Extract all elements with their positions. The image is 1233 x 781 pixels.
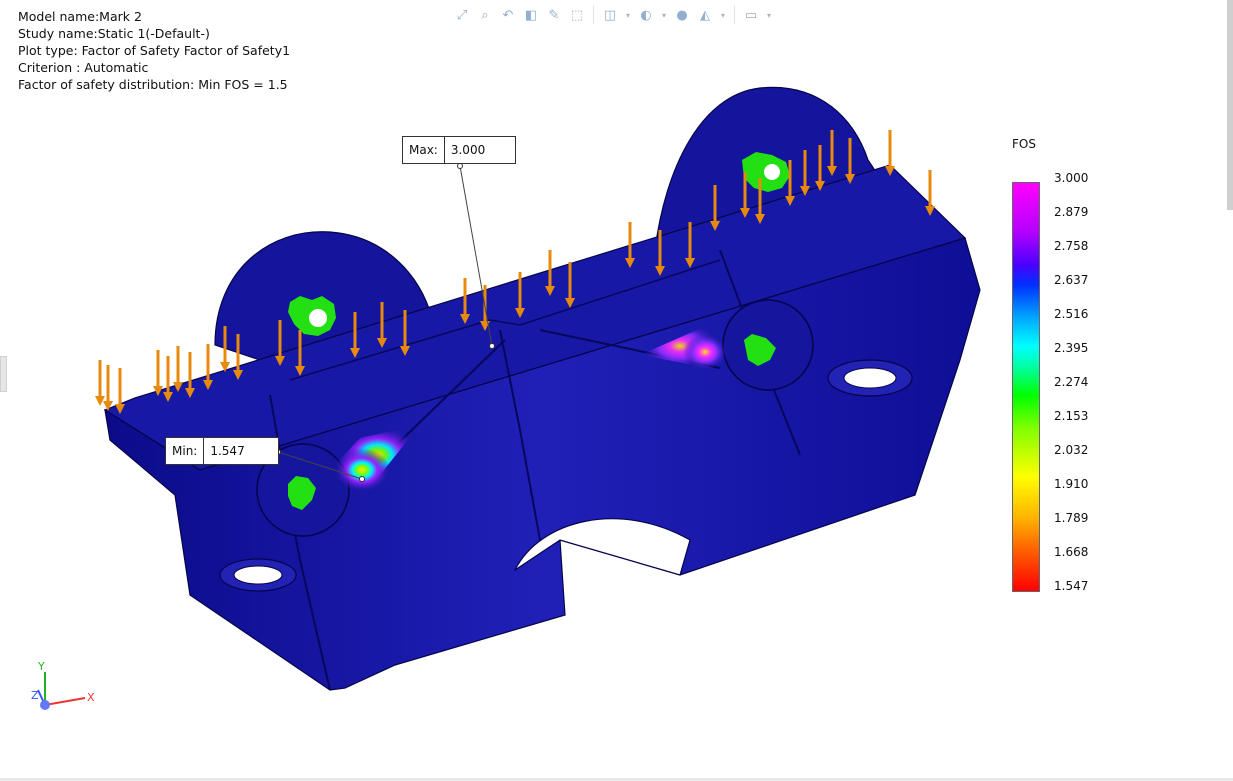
vertical-scrollbar[interactable] [1227,0,1233,210]
min-probe-value: 1.547 [210,444,245,458]
legend-tick-label: 2.879 [1054,205,1089,219]
max-probe-label[interactable]: Max: 3.000 [402,136,516,164]
legend-tick-label: 1.789 [1054,511,1089,525]
coordinate-triad: Y X Z [31,660,95,710]
fos-color-legend-bar[interactable] [1012,182,1040,592]
min-probe-label[interactable]: Min: 1.547 [165,437,279,465]
legend-tick-label: 2.637 [1054,273,1089,287]
legend-title: FOS [1012,137,1036,151]
legend-tick-label: 1.910 [1054,477,1089,491]
z-axis-label: Z [31,689,39,702]
max-probe-key: Max: [403,137,445,163]
side-panel-grip[interactable] [0,356,7,392]
legend-tick-label: 2.274 [1054,375,1089,389]
legend-tick-label: 2.153 [1054,409,1089,423]
legend-tick-label: 3.000 [1054,171,1089,185]
legend-tick-label: 2.395 [1054,341,1089,355]
legend-tick-label: 1.547 [1054,579,1089,593]
legend-tick-label: 1.668 [1054,545,1089,559]
y-axis-label: Y [37,660,45,673]
min-probe-key: Min: [166,438,205,464]
fos-model-render[interactable]: Y X Z [0,0,1233,781]
graphics-viewport[interactable]: Model name:Mark 2 Study name:Static 1(-D… [0,0,1233,781]
x-axis-label: X [87,691,95,704]
legend-tick-label: 2.032 [1054,443,1089,457]
legend-tick-label: 2.758 [1054,239,1089,253]
max-probe-value: 3.000 [450,143,486,157]
legend-tick-label: 2.516 [1054,307,1089,321]
